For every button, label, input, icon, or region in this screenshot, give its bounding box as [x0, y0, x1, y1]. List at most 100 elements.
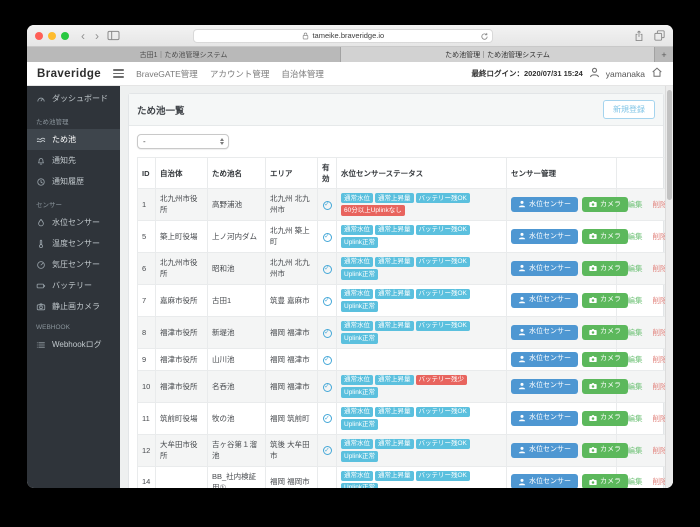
water-sensor-button[interactable]: 水位センサー [511, 229, 578, 244]
edit-link[interactable]: 編集 [628, 382, 643, 391]
camera-button[interactable]: カメラ [582, 325, 628, 340]
nav-link-bravegate[interactable]: BraveGATE管理 [136, 68, 198, 80]
edit-link[interactable]: 編集 [628, 355, 643, 364]
camera-button[interactable]: カメラ [582, 443, 628, 458]
status-cell: 通常水位通常上昇量バッテリー残OKUplink正常 [337, 402, 507, 434]
tab-pond-detail[interactable]: 古田1｜ため池管理システム [27, 47, 341, 62]
camera-button[interactable]: カメラ [582, 197, 628, 212]
sidebar-item[interactable]: 気圧センサー [27, 254, 120, 275]
username-text[interactable]: yamanaka [606, 69, 645, 79]
close-window-button[interactable] [35, 32, 43, 40]
edit-link[interactable]: 編集 [628, 296, 643, 305]
water-sensor-button[interactable]: 水位センサー [511, 197, 578, 212]
status-badge: 通常水位 [341, 193, 373, 203]
status-badge: 通常水位 [341, 407, 373, 417]
scrollbar-thumb[interactable] [667, 90, 672, 200]
table-row: 5築上町役場上ノ河内ダム北九州 築上町✓通常水位通常上昇量バッテリー残OKUpl… [138, 220, 674, 252]
camera-button[interactable]: カメラ [582, 261, 628, 276]
new-tab-button[interactable]: + [655, 47, 673, 62]
page-scrollbar[interactable] [665, 86, 673, 488]
municipality-cell [156, 466, 208, 488]
lock-icon [302, 32, 309, 40]
edit-link[interactable]: 編集 [628, 200, 643, 209]
status-badge: 通常水位 [341, 321, 373, 331]
status-badge: 通常水位 [341, 375, 373, 385]
sensor-manage-cell: 水位センサーカメラ [507, 466, 617, 488]
back-button[interactable]: ‹ [79, 30, 87, 42]
address-bar[interactable]: tameike.braveridge.io [193, 29, 493, 43]
camera-button[interactable]: カメラ [582, 379, 628, 394]
edit-link[interactable]: 編集 [628, 328, 643, 337]
sidebar-item[interactable]: ため池 [27, 129, 120, 150]
water-sensor-button[interactable]: 水位センサー [511, 293, 578, 308]
sidebar-item[interactable]: Webhookログ [27, 334, 120, 355]
still-camera-icon [36, 302, 46, 312]
water-sensor-button-label: 水位センサー [529, 355, 571, 363]
water-sensor-button[interactable]: 水位センサー [511, 325, 578, 340]
register-button[interactable]: 新規登録 [603, 100, 655, 119]
history-icon [36, 177, 46, 187]
enabled-cell: ✓ [318, 252, 337, 284]
sidebar-item[interactable]: バッテリー [27, 275, 120, 296]
sidebar-item[interactable]: ダッシュボード [27, 88, 120, 109]
id-cell: 5 [138, 220, 156, 252]
id-cell: 14 [138, 466, 156, 488]
water-sensor-button-label: 水位センサー [529, 265, 571, 273]
water-sensor-button[interactable]: 水位センサー [511, 411, 578, 426]
municipality-cell: 北九州市役所 [156, 189, 208, 221]
app-navbar: Braveridge BraveGATE管理 アカウント管理 自治体管理 最終ロ… [27, 62, 673, 86]
column-header: 自治体 [156, 158, 208, 189]
sidebar-item-label: バッテリー [52, 280, 92, 291]
edit-link[interactable]: 編集 [628, 414, 643, 423]
water-sensor-button[interactable]: 水位センサー [511, 443, 578, 458]
sidebar-item[interactable]: 通知履歴 [27, 171, 120, 192]
url-text: tameike.braveridge.io [312, 31, 384, 40]
area-cell: 福岡 福津市 [266, 348, 318, 370]
reload-icon[interactable] [480, 32, 489, 41]
tab-bar: 古田1｜ため池管理システム ため池管理｜ため池管理システム + [27, 47, 673, 62]
sensor-manage-cell: 水位センサーカメラ [507, 370, 617, 402]
municipality-filter-select[interactable]: - [137, 134, 229, 149]
edit-link[interactable]: 編集 [628, 477, 643, 486]
camera-button[interactable]: カメラ [582, 474, 628, 488]
tab-pond-management[interactable]: ため池管理｜ため池管理システム [341, 47, 655, 62]
municipality-cell: 福津市役所 [156, 316, 208, 348]
water-sensor-button[interactable]: 水位センサー [511, 352, 578, 367]
enabled-cell: ✓ [318, 434, 337, 466]
zoom-window-button[interactable] [61, 32, 69, 40]
tab-overview-icon[interactable] [654, 30, 665, 42]
status-cell: 通常水位通常上昇量バッテリー残OKUplink正常 [337, 284, 507, 316]
page-title: ため池一覧 [137, 103, 185, 117]
sidebar-item[interactable]: 温度センサー [27, 233, 120, 254]
nav-link-municipality[interactable]: 自治体管理 [281, 68, 324, 80]
water-sensor-button[interactable]: 水位センサー [511, 379, 578, 394]
sidebar-item[interactable]: 静止画カメラ [27, 296, 120, 317]
camera-button[interactable]: カメラ [582, 229, 628, 244]
temperature-icon [36, 239, 46, 249]
share-icon[interactable] [634, 30, 644, 42]
table-row: 6北九州市役所昭和池北九州 北九州市✓通常水位通常上昇量バッテリー残OKUpli… [138, 252, 674, 284]
water-sensor-button[interactable]: 水位センサー [511, 474, 578, 488]
brand-logo[interactable]: Braveridge [37, 68, 101, 80]
home-icon[interactable] [651, 65, 663, 83]
forward-button[interactable]: › [93, 30, 101, 42]
minimize-window-button[interactable] [48, 32, 56, 40]
camera-button[interactable]: カメラ [582, 293, 628, 308]
edit-link[interactable]: 編集 [628, 446, 643, 455]
status-badge: 通常水位 [341, 439, 373, 449]
sidebar-item-label: 温度センサー [52, 238, 100, 249]
hamburger-menu-icon[interactable] [113, 69, 124, 78]
water-sensor-button[interactable]: 水位センサー [511, 261, 578, 276]
edit-link[interactable]: 編集 [628, 264, 643, 273]
sidebar-toggle-icon[interactable] [107, 30, 120, 41]
camera-button[interactable]: カメラ [582, 411, 628, 426]
camera-button[interactable]: カメラ [582, 352, 628, 367]
id-cell: 10 [138, 370, 156, 402]
sidebar-item[interactable]: 水位センサー [27, 212, 120, 233]
edit-link[interactable]: 編集 [628, 232, 643, 241]
pond-table: ID自治体ため池名エリア有効水位センサーステータスセンサー管理 1北九州市役所高… [137, 157, 673, 488]
nav-link-account[interactable]: アカウント管理 [210, 68, 270, 80]
sidebar-item-label: Webhookログ [52, 339, 102, 350]
person-icon [518, 446, 526, 454]
sidebar-item[interactable]: 通知先 [27, 150, 120, 171]
